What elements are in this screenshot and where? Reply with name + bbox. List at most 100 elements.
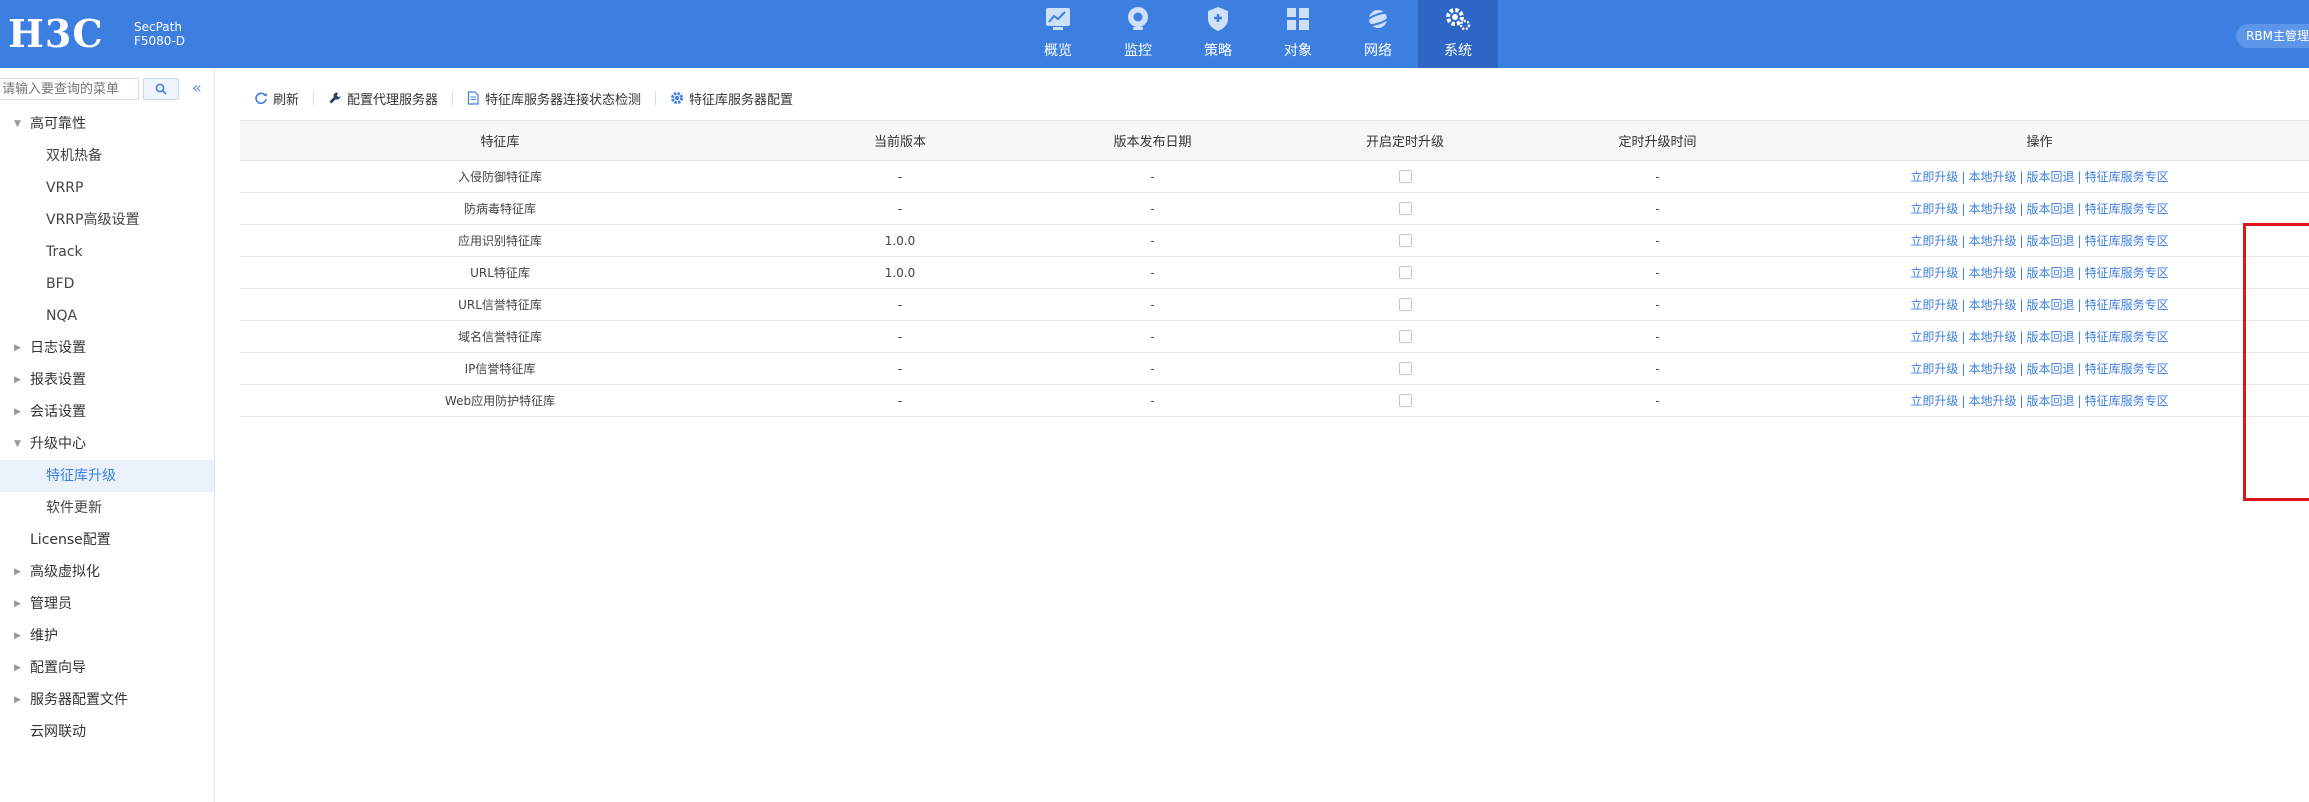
service-zone-link[interactable]: 特征库服务专区 xyxy=(2085,168,2169,185)
rollback-link[interactable]: 版本回退 xyxy=(2027,328,2075,345)
auto-upgrade-checkbox[interactable] xyxy=(1398,202,1412,215)
cell-release-date: - xyxy=(1150,297,1155,312)
caret-right-icon: ▶ xyxy=(14,407,21,417)
local-upgrade-link[interactable]: 本地升级 xyxy=(1968,232,2016,249)
local-upgrade-link[interactable]: 本地升级 xyxy=(1968,328,2016,345)
connection-check-button[interactable]: 特征库服务器连接状态检测 xyxy=(463,89,645,108)
sidebar-item-server-config-file[interactable]: ▶ 服务器配置文件 xyxy=(0,684,214,716)
rollback-link[interactable]: 版本回退 xyxy=(2027,392,2075,409)
sidebar-item-upgrade-center[interactable]: ▼ 升级中心 xyxy=(0,428,214,460)
cell-upgrade-time: - xyxy=(1655,265,1660,280)
local-upgrade-link[interactable]: 本地升级 xyxy=(1968,392,2016,409)
local-upgrade-link[interactable]: 本地升级 xyxy=(1968,168,2016,185)
sidebar-item-config-wizard[interactable]: ▶ 配置向导 xyxy=(0,652,214,684)
h3c-logo: H3C xyxy=(8,11,104,56)
cell-name: URL特征库 xyxy=(470,266,530,280)
sidebar-item-report-settings[interactable]: ▶ 报表设置 xyxy=(0,364,214,396)
refresh-button[interactable]: 刷新 xyxy=(250,89,303,108)
rollback-link[interactable]: 版本回退 xyxy=(2027,296,2075,313)
upgrade-now-link[interactable]: 立即升级 xyxy=(1910,232,1958,249)
local-upgrade-link[interactable]: 本地升级 xyxy=(1968,296,2016,313)
toolbar: 刷新 配置代理服务器 特征库服务器连接状态检测 特征库服务器配置 xyxy=(250,88,797,108)
search-icon xyxy=(155,83,167,95)
sidebar-item-software-update[interactable]: 软件更新 xyxy=(0,492,214,524)
caret-right-icon: ▶ xyxy=(14,567,21,577)
cell-name: 入侵防御特征库 xyxy=(457,170,542,184)
upgrade-now-link[interactable]: 立即升级 xyxy=(1910,168,1958,185)
user-menu[interactable]: RBM主管理 xyxy=(2236,24,2309,48)
cell-operations: 立即升级 | 本地升级 | 版本回退 | 特征库服务专区 xyxy=(1770,161,2309,192)
rollback-link[interactable]: 版本回退 xyxy=(2027,360,2075,377)
link-separator: | xyxy=(1961,169,1966,184)
caret-right-icon: ▶ xyxy=(14,631,21,641)
local-upgrade-link[interactable]: 本地升级 xyxy=(1968,360,2016,377)
sidebar-item-maintenance[interactable]: ▶ 维护 xyxy=(0,620,214,652)
sidebar-item-hot-standby[interactable]: 双机热备 xyxy=(0,140,214,172)
nav-object[interactable]: 对象 xyxy=(1258,0,1338,68)
link-separator: | xyxy=(2077,233,2082,248)
sidebar-item-signature-upgrade[interactable]: 特征库升级 xyxy=(0,460,214,492)
sidebar-item-advanced-virtualization[interactable]: ▶ 高级虚拟化 xyxy=(0,556,214,588)
nav-system[interactable]: 系统 xyxy=(1418,0,1498,68)
rollback-link[interactable]: 版本回退 xyxy=(2027,264,2075,281)
auto-upgrade-checkbox[interactable] xyxy=(1398,266,1412,279)
sidebar-item-vrrp-advanced[interactable]: VRRP高级设置 xyxy=(0,204,214,236)
sidebar-item-cloud-linkage[interactable]: 云网联动 xyxy=(0,716,214,748)
sidebar-item-vrrp[interactable]: VRRP xyxy=(0,172,214,204)
auto-upgrade-checkbox[interactable] xyxy=(1398,330,1412,343)
upgrade-now-link[interactable]: 立即升级 xyxy=(1910,200,1958,217)
menu-search-input[interactable] xyxy=(0,78,139,100)
service-zone-link[interactable]: 特征库服务专区 xyxy=(2085,264,2169,281)
nav-network[interactable]: 网络 xyxy=(1338,0,1418,68)
menu-search-button[interactable] xyxy=(143,78,179,100)
upgrade-now-link[interactable]: 立即升级 xyxy=(1910,360,1958,377)
nav-policy[interactable]: 策略 xyxy=(1178,0,1258,68)
upgrade-now-link[interactable]: 立即升级 xyxy=(1910,328,1958,345)
service-zone-link[interactable]: 特征库服务专区 xyxy=(2085,392,2169,409)
table-row: 入侵防御特征库 - - - 立即升级 | 本地升级 | 版本回退 | 特征库服务专区 xyxy=(240,161,2309,193)
auto-upgrade-checkbox[interactable] xyxy=(1398,298,1412,311)
service-zone-link[interactable]: 特征库服务专区 xyxy=(2085,232,2169,249)
server-config-button[interactable]: 特征库服务器配置 xyxy=(666,89,797,108)
rollback-link[interactable]: 版本回退 xyxy=(2027,168,2075,185)
upgrade-now-link[interactable]: 立即升级 xyxy=(1910,264,1958,281)
column-header-upgrade-time: 定时升级时间 xyxy=(1618,135,1697,150)
configure-proxy-button[interactable]: 配置代理服务器 xyxy=(324,89,442,108)
sidebar-item-label: 日志设置 xyxy=(30,340,86,356)
sidebar-item-high-availability[interactable]: ▼ 高可靠性 xyxy=(0,108,214,140)
column-header-release-date: 版本发布日期 xyxy=(1113,135,1192,150)
sidebar-item-log-settings[interactable]: ▶ 日志设置 xyxy=(0,332,214,364)
link-separator: | xyxy=(2019,201,2024,216)
collapse-sidebar-icon[interactable]: « xyxy=(192,79,202,97)
cell-upgrade-time: - xyxy=(1655,297,1660,312)
auto-upgrade-checkbox[interactable] xyxy=(1398,394,1412,407)
sidebar-item-administrators[interactable]: ▶ 管理员 xyxy=(0,588,214,620)
sidebar-item-track[interactable]: Track xyxy=(0,236,214,268)
local-upgrade-link[interactable]: 本地升级 xyxy=(1968,264,2016,281)
link-separator: | xyxy=(2077,265,2082,280)
link-separator: | xyxy=(2077,361,2082,376)
cell-auto-upgrade xyxy=(1265,353,1545,384)
upgrade-now-link[interactable]: 立即升级 xyxy=(1910,296,1958,313)
sidebar-item-session-settings[interactable]: ▶ 会话设置 xyxy=(0,396,214,428)
sidebar-item-license[interactable]: License配置 xyxy=(0,524,214,556)
service-zone-link[interactable]: 特征库服务专区 xyxy=(2085,296,2169,313)
auto-upgrade-checkbox[interactable] xyxy=(1398,234,1412,247)
link-separator: | xyxy=(2077,393,2082,408)
upgrade-now-link[interactable]: 立即升级 xyxy=(1910,392,1958,409)
auto-upgrade-checkbox[interactable] xyxy=(1398,362,1412,375)
product-model-number: F5080-D xyxy=(134,34,186,48)
service-zone-link[interactable]: 特征库服务专区 xyxy=(2085,328,2169,345)
rollback-link[interactable]: 版本回退 xyxy=(2027,200,2075,217)
cell-operations: 立即升级 | 本地升级 | 版本回退 | 特征库服务专区 xyxy=(1770,225,2309,256)
auto-upgrade-checkbox[interactable] xyxy=(1398,170,1412,183)
main-nav: 概览 监控 策略 对象 网络 系统 xyxy=(1018,0,1498,68)
local-upgrade-link[interactable]: 本地升级 xyxy=(1968,200,2016,217)
service-zone-link[interactable]: 特征库服务专区 xyxy=(2085,200,2169,217)
sidebar-item-bfd[interactable]: BFD xyxy=(0,268,214,300)
service-zone-link[interactable]: 特征库服务专区 xyxy=(2085,360,2169,377)
nav-overview[interactable]: 概览 xyxy=(1018,0,1098,68)
nav-monitor[interactable]: 监控 xyxy=(1098,0,1178,68)
rollback-link[interactable]: 版本回退 xyxy=(2027,232,2075,249)
sidebar-item-nqa[interactable]: NQA xyxy=(0,300,214,332)
